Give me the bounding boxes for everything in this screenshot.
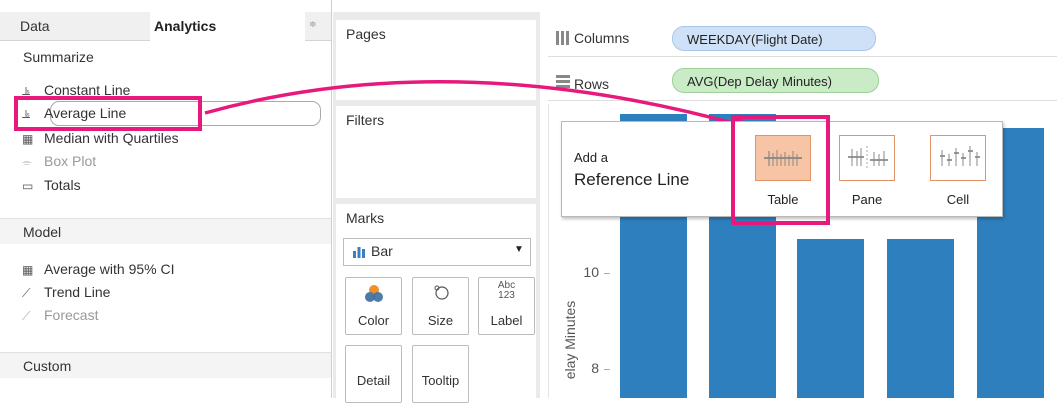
highlight-table-option — [731, 115, 830, 225]
pane-scope-option[interactable] — [839, 135, 895, 181]
popup-title-small: Add a — [574, 150, 608, 165]
pane-scope-icon — [848, 146, 888, 170]
cell-scope-icon — [940, 146, 980, 166]
cell-scope-label: Cell — [946, 192, 970, 207]
popup-title-large: Reference Line — [574, 170, 690, 189]
cell-scope-option[interactable] — [930, 135, 986, 181]
pane-scope-label: Pane — [851, 192, 883, 207]
